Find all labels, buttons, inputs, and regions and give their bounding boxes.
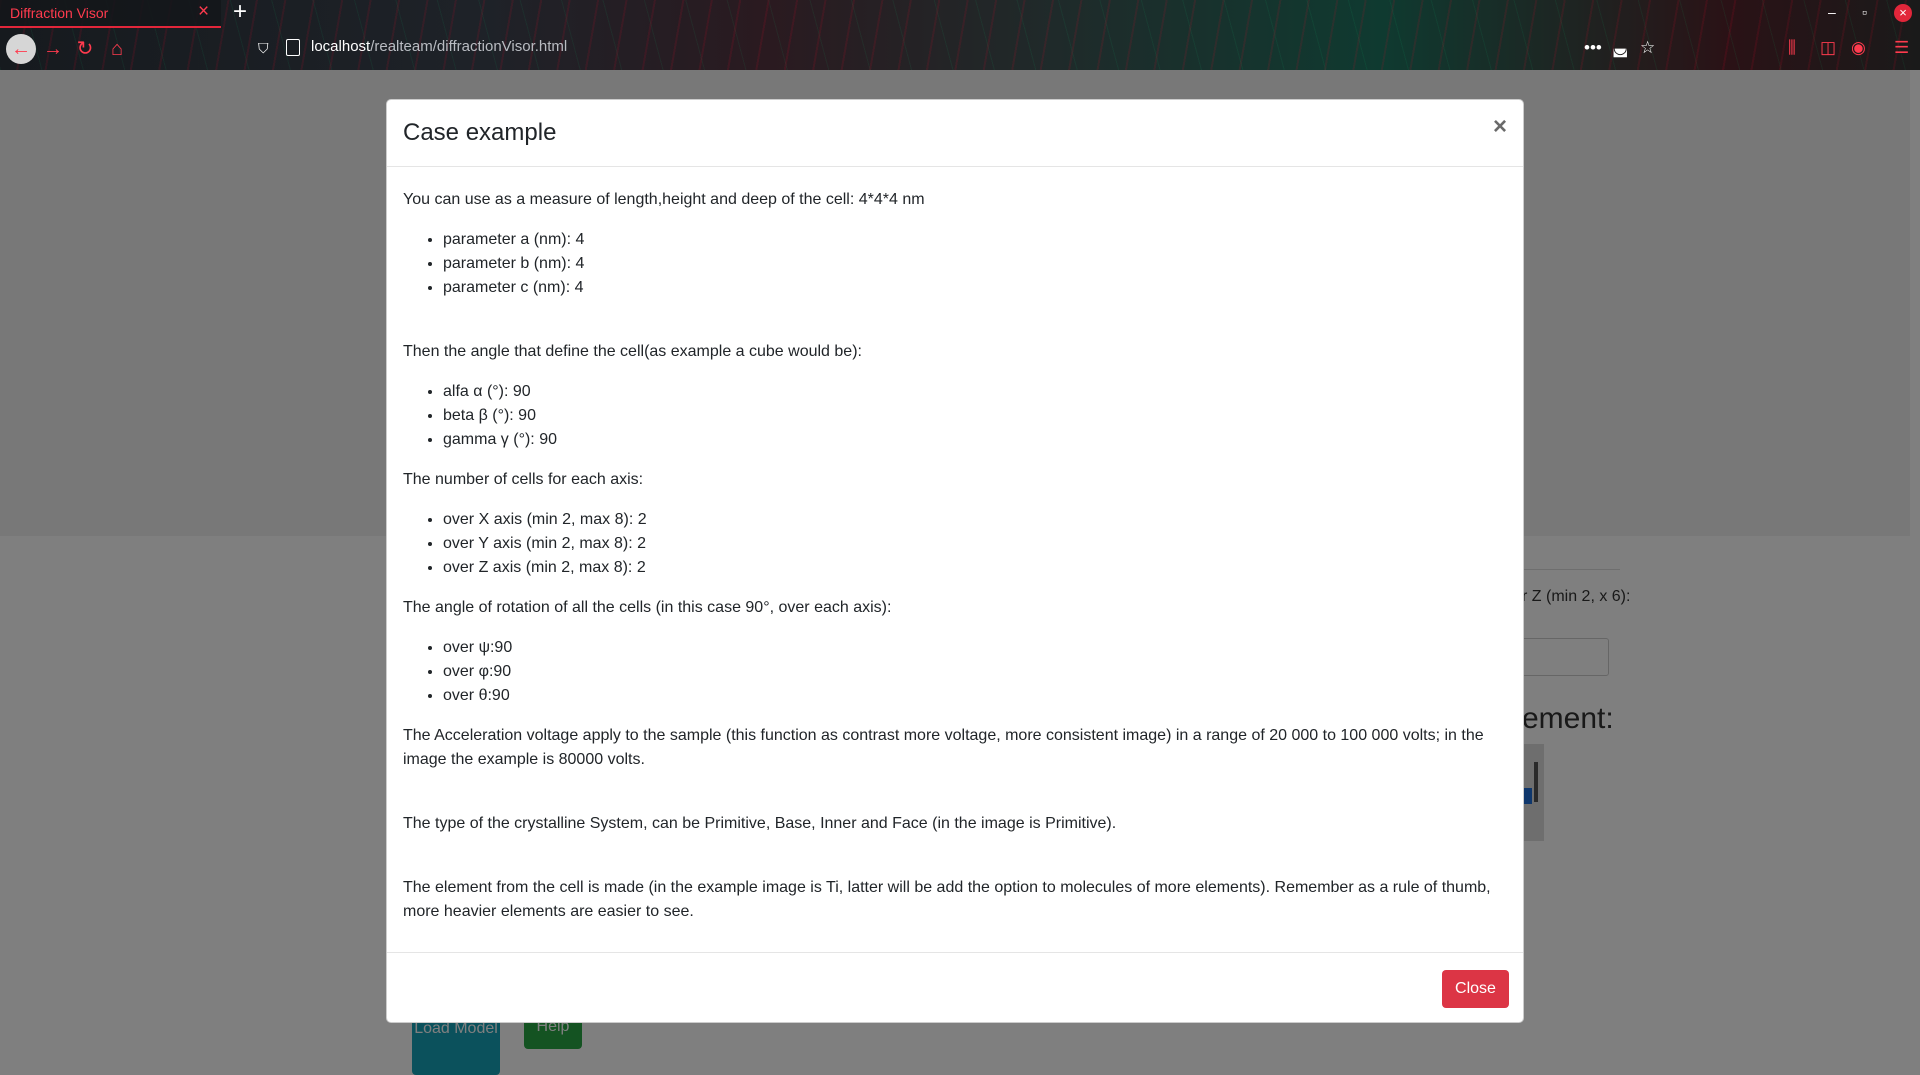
list-item: gamma γ (°): 90 (443, 428, 1503, 452)
rotations-list: over ψ:90 over φ:90 over θ:90 (403, 636, 1503, 708)
maximize-icon[interactable]: ▫ (1862, 4, 1867, 20)
page-info-icon[interactable] (286, 39, 300, 56)
cells-intro: The number of cells for each axis: (403, 471, 644, 488)
navigation-toolbar: ← → ↻ ⌂ ⛉ localhost/realteam/diffraction… (0, 30, 1920, 68)
tab-title: Diffraction Visor (10, 5, 109, 21)
modal-footer: Close (387, 952, 1523, 1022)
list-item: over φ:90 (443, 660, 1503, 684)
url-text[interactable]: localhost/realteam/diffractionVisor.html (311, 38, 567, 55)
intro-text: You can use as a measure of length,heigh… (403, 191, 925, 208)
tab-close-icon[interactable]: × (198, 1, 209, 23)
list-item: over ψ:90 (443, 636, 1503, 660)
minimize-icon[interactable]: – (1828, 4, 1836, 20)
reload-icon[interactable]: ↻ (70, 34, 100, 64)
tab-bar: Diffraction Visor × + – ▫ × (0, 0, 1920, 28)
angles-intro: Then the angle that define the cell(as e… (403, 343, 862, 360)
pocket-icon[interactable]: ◛ (1612, 38, 1629, 58)
browser-chrome: Diffraction Visor × + – ▫ × ← → ↻ ⌂ ⛉ lo… (0, 0, 1920, 70)
list-item: over Y axis (min 2, max 8): 2 (443, 532, 1503, 556)
home-icon[interactable]: ⌂ (102, 34, 132, 64)
list-item: over θ:90 (443, 684, 1503, 708)
modal-header: Case example × (387, 100, 1523, 167)
angles-list: alfa α (°): 90 beta β (°): 90 gamma γ (°… (403, 380, 1503, 452)
cells-list: over X axis (min 2, max 8): 2 over Y axi… (403, 508, 1503, 580)
case-example-modal: Case example × You can use as a measure … (386, 99, 1524, 1023)
rotation-intro: The angle of rotation of all the cells (… (403, 599, 892, 616)
back-arrow-icon[interactable]: ← (6, 34, 36, 64)
list-item: parameter c (nm): 4 (443, 276, 1503, 300)
window-close-icon[interactable]: × (1894, 4, 1912, 22)
close-icon[interactable]: × (1493, 115, 1507, 139)
system-text: The type of the crystalline System, can … (403, 815, 1117, 832)
element-text: The element from the cell is made (in th… (403, 879, 1491, 920)
list-item: alfa α (°): 90 (443, 380, 1503, 404)
list-item: parameter b (nm): 4 (443, 252, 1503, 276)
sidebar-icon[interactable]: ◫ (1820, 38, 1836, 58)
list-item: over Z axis (min 2, max 8): 2 (443, 556, 1503, 580)
modal-title: Case example (403, 119, 557, 146)
menu-icon[interactable]: ☰ (1894, 38, 1909, 58)
account-icon[interactable]: ◉ (1851, 38, 1866, 58)
list-item: over X axis (min 2, max 8): 2 (443, 508, 1503, 532)
params-list: parameter a (nm): 4 parameter b (nm): 4 … (403, 228, 1503, 300)
tracking-shield-icon[interactable]: ⛉ (258, 40, 269, 57)
new-tab-icon[interactable]: + (233, 0, 247, 26)
list-item: parameter a (nm): 4 (443, 228, 1503, 252)
modal-body: You can use as a measure of length,heigh… (403, 188, 1503, 924)
voltage-text: The Acceleration voltage apply to the sa… (403, 727, 1484, 768)
list-item: beta β (°): 90 (443, 404, 1503, 428)
page-actions-icon[interactable]: ••• (1584, 38, 1602, 58)
browser-tab[interactable]: Diffraction Visor × (0, 0, 221, 28)
close-button[interactable]: Close (1442, 970, 1509, 1008)
url-path: /realteam/diffractionVisor.html (370, 38, 568, 55)
forward-arrow-icon[interactable]: → (38, 34, 68, 64)
library-icon[interactable]: ⫼ (1788, 38, 1796, 58)
bookmark-star-icon[interactable]: ☆ (1640, 38, 1655, 58)
url-host: localhost (311, 38, 371, 55)
